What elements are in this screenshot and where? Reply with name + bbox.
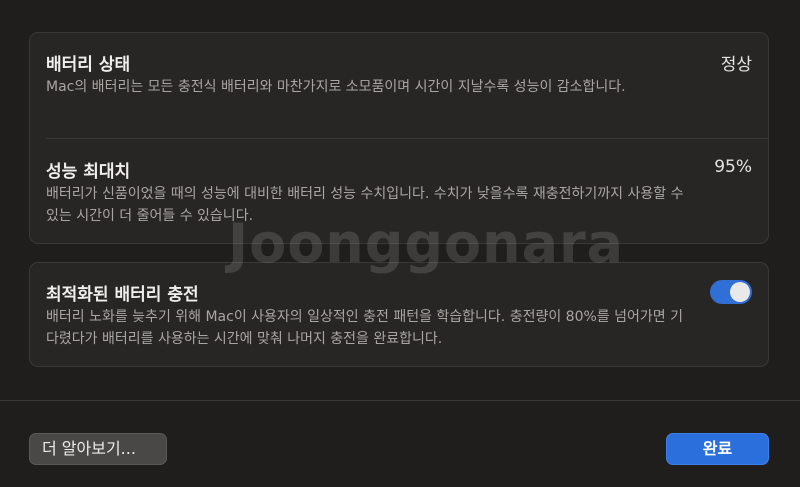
done-button[interactable]: 완료 [666,433,769,465]
battery-health-row: 배터리 상태 정상 Mac의 배터리는 모든 충전식 배터리와 마찬가지로 소모… [30,33,768,138]
learn-more-button[interactable]: 더 알아보기... [29,433,167,465]
battery-health-description: Mac의 배터리는 모든 충전식 배터리와 마찬가지로 소모품이며 시간이 지날… [46,79,626,95]
battery-health-title: 배터리 상태 [46,55,131,75]
max-capacity-value: 95% [714,157,752,177]
optimized-charging-toggle[interactable] [710,280,752,304]
optimized-charging-group: 최적화된 배터리 충전 배터리 노화를 늦추기 위해 Mac이 사용자의 일상적… [29,262,769,367]
toggle-knob [730,282,750,302]
battery-info-group: 배터리 상태 정상 Mac의 배터리는 모든 충전식 배터리와 마찬가지로 소모… [29,32,769,244]
optimized-charging-description: 배터리 노화를 늦추기 위해 Mac이 사용자의 일상적인 충전 패턴을 학습합… [46,309,683,347]
max-capacity-title: 성능 최대치 [46,162,131,182]
battery-health-value: 정상 [720,55,752,75]
max-capacity-row: 성능 최대치 95% 배터리가 신품이었을 때의 성능에 대비한 배터리 성능 … [30,139,768,245]
max-capacity-description: 배터리가 신품이었을 때의 성능에 대비한 배터리 성능 수치입니다. 수치가 … [46,186,684,224]
battery-settings-sheet: 배터리 상태 정상 Mac의 배터리는 모든 충전식 배터리와 마찬가지로 소모… [0,0,800,487]
optimized-charging-title: 최적화된 배터리 충전 [46,285,199,305]
footer-divider [0,400,800,401]
